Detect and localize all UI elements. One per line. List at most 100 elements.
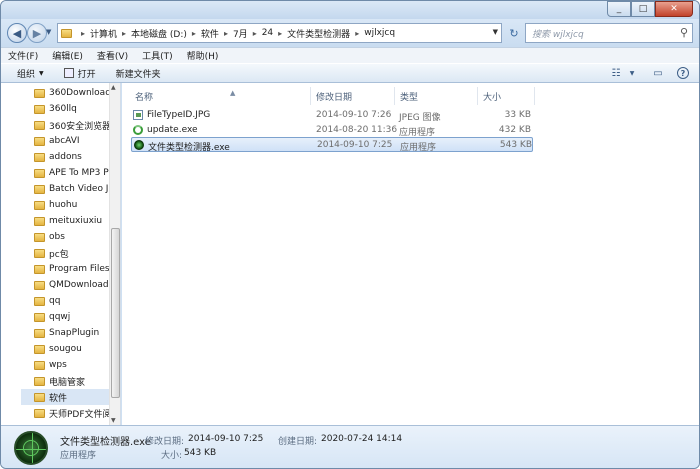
folder-icon [34, 344, 45, 354]
column-header-size[interactable]: 大小 [483, 89, 501, 103]
nav-item-label: 360安全浏览器 [49, 121, 112, 132]
file-list[interactable]: 名称 ▲ 修改日期 类型 大小 FileTypeID.JPG 2014-09-10… [122, 83, 699, 425]
folder-icon [34, 184, 45, 194]
back-button[interactable]: ◀ [7, 23, 27, 43]
chevron-right-icon[interactable]: ▸ [253, 29, 257, 38]
nav-scrollbar[interactable]: ▲ ▼ [109, 83, 120, 425]
folder-icon [34, 392, 45, 402]
menu-file[interactable]: 文件(F) [8, 49, 38, 62]
nav-item-abcavi[interactable]: abcAVI [34, 133, 114, 149]
nav-item-label: meituxiuxiu [49, 216, 103, 226]
menu-help[interactable]: 帮助(H) [187, 49, 219, 62]
nav-item-pc-bao[interactable]: pc包 [34, 245, 114, 261]
view-dropdown-icon[interactable]: ▼ [625, 67, 639, 79]
search-icon[interactable]: ⚲ [680, 26, 688, 39]
breadcrumb-software[interactable]: 软件 [201, 27, 219, 40]
scroll-down-icon[interactable]: ▼ [111, 417, 116, 424]
folder-icon [34, 280, 45, 290]
help-icon[interactable]: ? [677, 67, 689, 79]
column-header-date[interactable]: 修改日期 [316, 89, 352, 103]
new-folder-button[interactable]: 新建文件夹 [116, 67, 161, 80]
file-date: 2014-09-10 7:25 [317, 140, 393, 150]
nav-item-batch-video[interactable]: Batch Video Jo [34, 181, 114, 197]
address-dropdown-icon[interactable]: ▼ [493, 28, 498, 36]
column-header-type[interactable]: 类型 [400, 89, 418, 103]
nav-item-obs[interactable]: obs [34, 229, 114, 245]
breadcrumb-wjlxjcq[interactable]: wjlxjcq [364, 28, 395, 38]
minimize-button[interactable]: _ [607, 1, 631, 17]
column-divider[interactable] [477, 87, 478, 105]
new-folder-label: 新建文件夹 [115, 69, 161, 80]
forward-arrow-icon: ▶ [32, 26, 42, 40]
breadcrumb-computer[interactable]: 计算机 [90, 27, 117, 40]
navigation-pane[interactable]: 360Downloads 360llq 360安全浏览器 abcAVI addo… [1, 83, 121, 425]
nav-item-software[interactable]: 软件 [21, 389, 113, 405]
chevron-right-icon[interactable]: ▸ [278, 29, 282, 38]
breadcrumb-july[interactable]: 7月 [233, 27, 248, 40]
nav-item-snapplugin[interactable]: SnapPlugin [34, 325, 114, 341]
maximize-button[interactable]: □ [631, 1, 655, 17]
organize-button[interactable]: 组织 ▼ [17, 67, 44, 80]
file-row-selected[interactable]: 文件类型检测器.exe 2014-09-10 7:25 应用程序 543 KB [131, 137, 533, 153]
forward-button[interactable]: ▶ [27, 23, 47, 43]
column-divider[interactable] [310, 87, 311, 105]
preview-pane-icon[interactable]: ▭ [651, 67, 665, 79]
open-button[interactable]: 打开 [63, 67, 96, 80]
nav-item-addons[interactable]: addons [34, 149, 114, 165]
organize-label: 组织 [17, 69, 36, 80]
details-size-label: 大小: [161, 451, 183, 461]
file-size: 33 KB [504, 110, 531, 120]
chevron-right-icon[interactable]: ▸ [192, 29, 196, 38]
breadcrumb-24[interactable]: 24 [262, 28, 273, 38]
file-row[interactable]: FileTypeID.JPG 2014-09-10 7:26 JPEG 图像 3… [131, 108, 533, 123]
column-divider[interactable] [394, 87, 395, 105]
nav-item-ape-to-mp3[interactable]: APE To MP3 Pl [34, 165, 114, 181]
close-button[interactable]: ✕ [655, 1, 693, 17]
recent-pages-dropdown[interactable]: ▼ [46, 28, 51, 36]
nav-item-qq[interactable]: qq [34, 293, 114, 309]
radar-sweep [23, 440, 39, 456]
nav-item-360downloads[interactable]: 360Downloads [34, 85, 114, 101]
column-divider[interactable] [534, 87, 535, 105]
view-options-icon[interactable]: ☷ [609, 67, 623, 79]
nav-item-wps[interactable]: wps [34, 357, 114, 373]
file-row[interactable]: update.exe 2014-08-20 11:36 应用程序 432 KB [131, 123, 533, 138]
address-bar[interactable]: ▸ 计算机 ▸ 本地磁盘 (D:) ▸ 软件 ▸ 7月 ▸ 24 ▸ 文件类型检… [57, 23, 502, 43]
details-pane: 文件类型检测器.exe 应用程序 修改日期: 2014-09-10 7:25 创… [1, 425, 699, 468]
nav-item-label: addons [49, 152, 82, 162]
nav-item-label: SnapPlugin [49, 328, 100, 338]
nav-item-qmdownload[interactable]: QMDownload [34, 277, 114, 293]
breadcrumb-drive-d[interactable]: 本地磁盘 (D:) [131, 27, 187, 40]
file-type: JPEG 图像 [399, 113, 441, 123]
chevron-right-icon[interactable]: ▸ [81, 29, 85, 38]
menu-view[interactable]: 查看(V) [97, 49, 128, 62]
folder-icon [34, 360, 45, 370]
nav-item-360llq[interactable]: 360llq [34, 101, 114, 117]
details-created-label: 创建日期: [278, 437, 318, 447]
nav-item-pc-manager[interactable]: 电脑管家 [34, 373, 114, 389]
nav-item-program-files[interactable]: Program Files [34, 261, 114, 277]
chevron-right-icon[interactable]: ▸ [224, 29, 228, 38]
nav-item-huohu[interactable]: huohu [34, 197, 114, 213]
menu-edit[interactable]: 编辑(E) [52, 49, 83, 62]
nav-item-360-browser[interactable]: 360安全浏览器 [34, 117, 114, 133]
nav-item-label: QMDownload [49, 280, 109, 290]
chevron-right-icon[interactable]: ▸ [122, 29, 126, 38]
folder-icon [34, 88, 45, 98]
nav-item-meituxiuxiu[interactable]: meituxiuxiu [34, 213, 114, 229]
nav-item-sougou[interactable]: sougou [34, 341, 114, 357]
nav-scrollbar-thumb[interactable] [111, 228, 120, 398]
column-header-name[interactable]: 名称 ▲ [135, 89, 235, 103]
chevron-right-icon[interactable]: ▸ [355, 29, 359, 38]
breadcrumb-file-type-detector[interactable]: 文件类型检测器 [287, 27, 350, 40]
folder-icon [34, 312, 45, 322]
scroll-up-icon[interactable]: ▲ [111, 84, 116, 91]
nav-item-label: Batch Video Jo [49, 184, 114, 194]
search-input[interactable]: 搜索 wjlxjcq ⚲ [525, 23, 693, 43]
menu-tools[interactable]: 工具(T) [142, 49, 173, 62]
nav-item-tianshi-pdf[interactable]: 天师PDF文件阅 [34, 405, 114, 421]
title-bar[interactable]: _ □ ✕ [1, 1, 699, 19]
nav-item-qqwj[interactable]: qqwj [34, 309, 114, 325]
folder-icon [34, 120, 45, 130]
refresh-button[interactable]: ↻ [505, 23, 523, 43]
